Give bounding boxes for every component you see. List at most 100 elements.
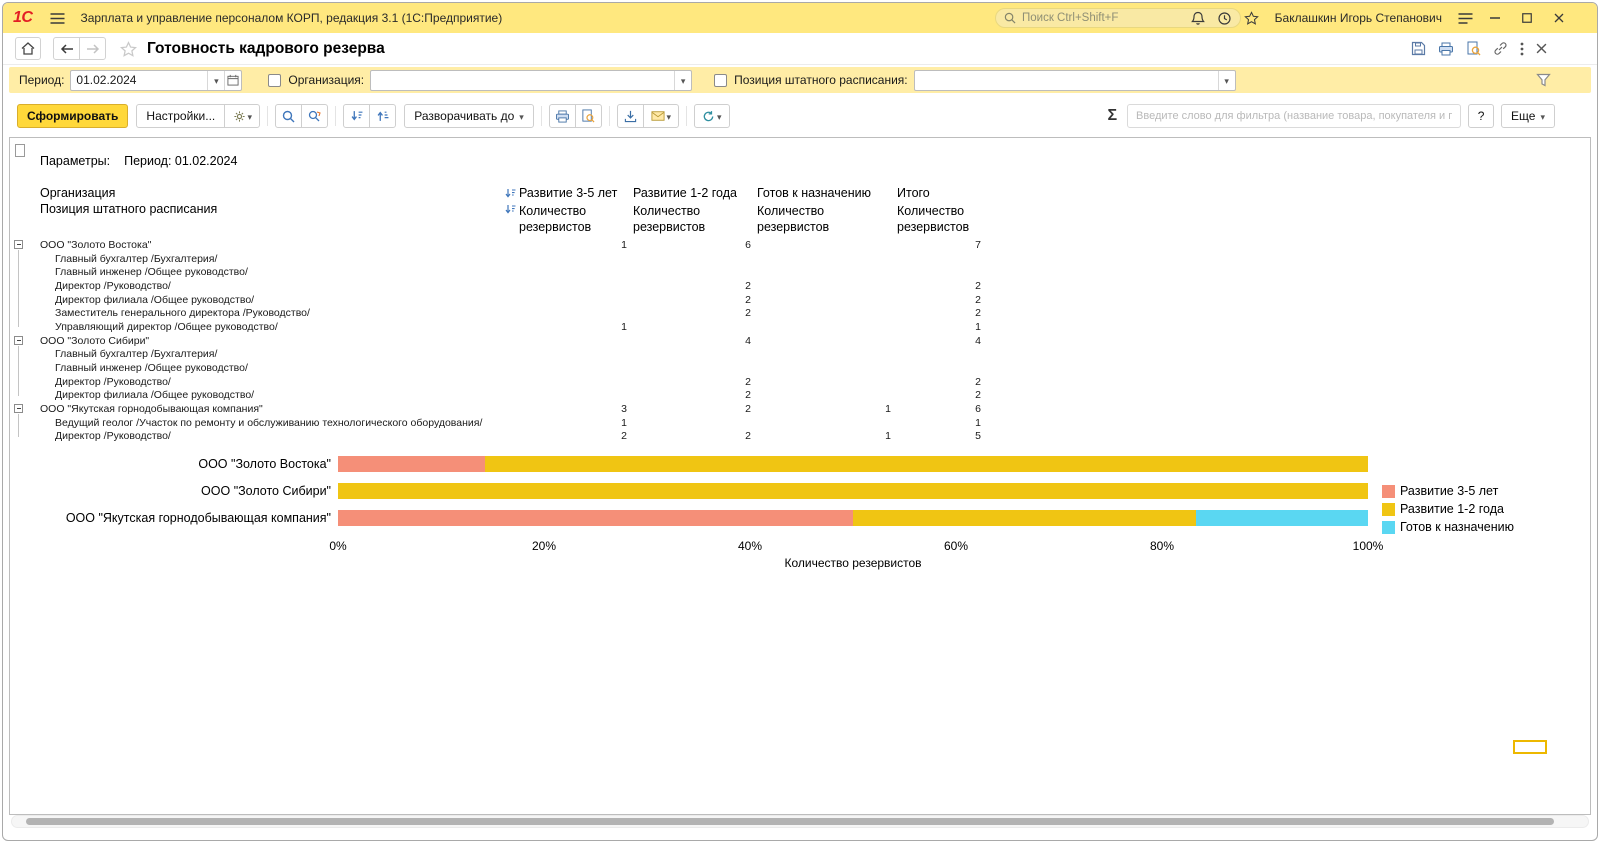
- table-row[interactable]: Главный бухгалтер /Бухгалтерия/: [10, 348, 982, 362]
- scrollbar-thumb[interactable]: [26, 818, 1554, 825]
- minimize-button[interactable]: [1485, 8, 1505, 28]
- favorites-star-icon[interactable]: [1243, 11, 1259, 25]
- page-header-bar: Готовность кадрового резерва: [3, 33, 1597, 65]
- maximize-button[interactable]: [1517, 8, 1537, 28]
- service-menu-icon[interactable]: [1458, 12, 1473, 24]
- column-header-position[interactable]: Позиция штатного расписания: [40, 202, 500, 216]
- print-preview-icon[interactable]: [574, 104, 602, 128]
- collapse-group-icon[interactable]: [14, 404, 23, 414]
- position-dropdown-button[interactable]: [1217, 70, 1235, 90]
- add-to-favorites-icon[interactable]: [120, 40, 137, 57]
- find-next-icon[interactable]: [301, 104, 329, 128]
- table-row[interactable]: ООО "Якутская горнодобывающая компания" 3…: [10, 402, 982, 416]
- notifications-bell-icon[interactable]: [1190, 11, 1205, 26]
- period-input[interactable]: [71, 73, 208, 87]
- main-menu-icon[interactable]: [46, 7, 68, 29]
- table-row[interactable]: Директор филиала /Общее руководство/2 2: [10, 293, 982, 307]
- column-header-total[interactable]: Итого: [892, 186, 982, 200]
- more-button[interactable]: Еще: [1501, 104, 1555, 128]
- generate-report-button[interactable]: Сформировать: [17, 104, 129, 128]
- print-preview-icon[interactable]: [1466, 41, 1481, 56]
- collapse-group-icon[interactable]: [14, 240, 23, 249]
- find-icon[interactable]: [275, 104, 303, 128]
- sort-indicator-icon[interactable]: [505, 188, 516, 199]
- save-result-icon[interactable]: [616, 104, 644, 128]
- table-row[interactable]: Директор филиала /Общее руководство/2 2: [10, 389, 982, 403]
- organization-input[interactable]: [371, 73, 675, 87]
- column-header-ready[interactable]: Готов к назначению: [752, 186, 892, 200]
- history-icon[interactable]: [1217, 11, 1232, 26]
- row-value: 2: [621, 430, 627, 443]
- column-group-box[interactable]: [15, 144, 25, 157]
- table-row[interactable]: Главный бухгалтер /Бухгалтерия/: [10, 252, 982, 266]
- subheader-label: Количество резервистов: [519, 204, 592, 235]
- save-icon[interactable]: [1411, 41, 1426, 56]
- home-button[interactable]: [15, 37, 41, 60]
- quick-filter-input[interactable]: [1127, 104, 1462, 128]
- chart-rows: ООО "Золото Востока" ООО "Золото Сибири" О…: [10, 456, 1590, 526]
- expand-to-button[interactable]: Разворачивать до: [404, 104, 534, 128]
- subheader-total[interactable]: Количество резервистов: [892, 202, 982, 236]
- horizontal-scrollbar[interactable]: [11, 815, 1589, 828]
- settings-button[interactable]: Настройки...: [136, 104, 226, 128]
- current-user-name[interactable]: Баклашкин Игорь Степанович: [1275, 11, 1442, 25]
- subheader-dev-3-5[interactable]: Количество резервистов: [500, 202, 628, 236]
- column-header-dev-1-2[interactable]: Развитие 1-2 года: [628, 186, 752, 200]
- refresh-button[interactable]: [693, 104, 730, 128]
- help-button[interactable]: ?: [1468, 104, 1495, 128]
- table-row[interactable]: Директор /Руководство/2 2 1 5: [10, 430, 982, 444]
- autosum-button[interactable]: Σ: [1107, 107, 1117, 125]
- organization-dropdown-button[interactable]: [674, 70, 691, 90]
- chart-bar-segment[interactable]: [338, 510, 853, 526]
- table-row[interactable]: Директор /Руководство/2 2: [10, 279, 982, 293]
- chart-bar[interactable]: [338, 456, 1368, 472]
- chart-bar[interactable]: [338, 510, 1368, 526]
- print-icon[interactable]: [1438, 42, 1454, 56]
- table-row[interactable]: ООО "Золото Сибири" 4 4: [10, 334, 982, 348]
- chart-selection-marker[interactable]: [1513, 740, 1547, 754]
- collapse-group-icon[interactable]: [14, 335, 23, 345]
- position-checkbox[interactable]: [714, 73, 728, 87]
- period-calendar-button[interactable]: [224, 70, 241, 90]
- table-row[interactable]: Директор /Руководство/2 2: [10, 375, 982, 389]
- toolbar-separator: [685, 106, 687, 126]
- sort-ascending-icon[interactable]: [369, 104, 397, 128]
- sort-indicator-icon[interactable]: [505, 204, 516, 215]
- report-variants-button[interactable]: [224, 104, 261, 128]
- position-input[interactable]: [914, 73, 1218, 87]
- chart-bar-segment[interactable]: [485, 456, 1368, 472]
- group-bracket-line: [18, 250, 19, 328]
- settings-group: Настройки...: [136, 104, 261, 128]
- table-row[interactable]: Управляющий директор /Общее руководство/…: [10, 320, 982, 334]
- print-icon[interactable]: [548, 104, 576, 128]
- table-row[interactable]: Заместитель генерального директора /Руко…: [10, 306, 982, 320]
- send-email-button[interactable]: [642, 104, 679, 128]
- subheader-dev-1-2[interactable]: Количество резервистов: [628, 202, 752, 236]
- organization-checkbox[interactable]: [268, 73, 282, 87]
- table-row[interactable]: ООО "Золото Востока" 1 6 7: [10, 238, 982, 252]
- organization-field[interactable]: [370, 69, 693, 91]
- period-field[interactable]: [70, 69, 243, 91]
- filter-funnel-icon[interactable]: [1536, 73, 1551, 87]
- chart-bar-segment[interactable]: [1196, 510, 1368, 526]
- report-area[interactable]: Параметры: Период: 01.02.2024 Организаци…: [9, 137, 1591, 815]
- get-link-icon[interactable]: [1493, 41, 1508, 56]
- chart-bar-segment[interactable]: [338, 483, 1368, 499]
- position-field[interactable]: [913, 69, 1236, 91]
- period-dropdown-button[interactable]: [207, 70, 224, 90]
- close-page-icon[interactable]: [1536, 43, 1547, 54]
- chart-bar[interactable]: [338, 483, 1368, 499]
- kebab-menu-icon[interactable]: [1520, 42, 1524, 56]
- column-header-dev-3-5[interactable]: Развитие 3-5 лет: [500, 186, 628, 200]
- close-window-button[interactable]: [1549, 8, 1569, 28]
- chart-bar-segment[interactable]: [338, 456, 486, 472]
- table-row[interactable]: Главный инженер /Общее руководство/: [10, 361, 982, 375]
- column-header-organization[interactable]: Организация: [40, 186, 500, 200]
- chart-bar-segment[interactable]: [853, 510, 1197, 526]
- forward-button[interactable]: [79, 37, 106, 60]
- table-row[interactable]: Ведущий геолог /Участок по ремонту и обс…: [10, 416, 982, 430]
- back-button[interactable]: [53, 37, 80, 60]
- subheader-ready[interactable]: Количество резервистов: [752, 202, 892, 236]
- table-row[interactable]: Главный инженер /Общее руководство/: [10, 265, 982, 279]
- sort-descending-icon[interactable]: [343, 104, 371, 128]
